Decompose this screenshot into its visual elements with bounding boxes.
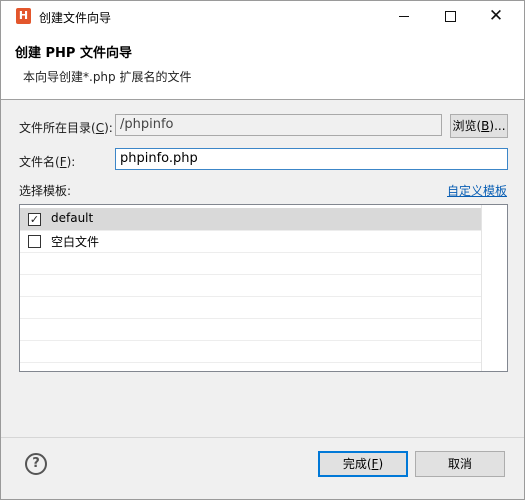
cancel-button[interactable]: 取消: [415, 451, 505, 477]
footer-divider: [1, 437, 524, 438]
checkbox-unchecked-icon[interactable]: [28, 235, 41, 248]
template-row-default[interactable]: ✓ default: [20, 208, 481, 231]
template-row-blank[interactable]: 空白文件: [20, 230, 481, 253]
template-label-blank: 空白文件: [51, 235, 100, 249]
help-icon[interactable]: ?: [25, 453, 47, 475]
directory-field[interactable]: /phpinfo: [115, 114, 442, 136]
minimize-icon: [399, 16, 409, 17]
wizard-description: 本向导创建*.php 扩展名的文件: [23, 70, 192, 84]
dialog-window: H 创建文件向导 ✕ 创建 PHP 文件向导 本向导创建*.php 扩展名的文件…: [0, 0, 525, 500]
template-label-default: default: [51, 211, 94, 225]
template-label: 选择模板:: [19, 184, 72, 198]
directory-label: 文件所在目录(C):: [19, 121, 113, 135]
template-list[interactable]: ✓ default 空白文件: [19, 204, 508, 372]
empty-row: [20, 318, 481, 341]
wizard-header: 创建 PHP 文件向导 本向导创建*.php 扩展名的文件: [1, 32, 524, 99]
maximize-button[interactable]: [427, 1, 473, 32]
filename-input[interactable]: phpinfo.php: [115, 148, 508, 170]
close-icon: ✕: [488, 6, 504, 26]
checkbox-checked-icon[interactable]: ✓: [28, 213, 41, 226]
close-button[interactable]: ✕: [473, 1, 519, 32]
browse-button[interactable]: 浏览(B)...: [450, 114, 508, 138]
window-title: 创建文件向导: [39, 11, 112, 25]
empty-row: [20, 340, 481, 363]
wizard-title: 创建 PHP 文件向导: [15, 46, 132, 61]
custom-template-link[interactable]: 自定义模板: [447, 182, 507, 199]
finish-button[interactable]: 完成(F): [318, 451, 408, 477]
empty-row: [20, 274, 481, 297]
header-divider: [1, 99, 524, 100]
app-html-icon: H: [16, 8, 31, 24]
empty-row: [20, 252, 481, 275]
empty-row: [20, 296, 481, 319]
title-bar[interactable]: H 创建文件向导 ✕: [1, 1, 524, 32]
column-divider: [481, 205, 482, 371]
minimize-button[interactable]: [381, 1, 427, 32]
maximize-icon: [444, 11, 456, 22]
filename-label: 文件名(F):: [19, 155, 76, 169]
